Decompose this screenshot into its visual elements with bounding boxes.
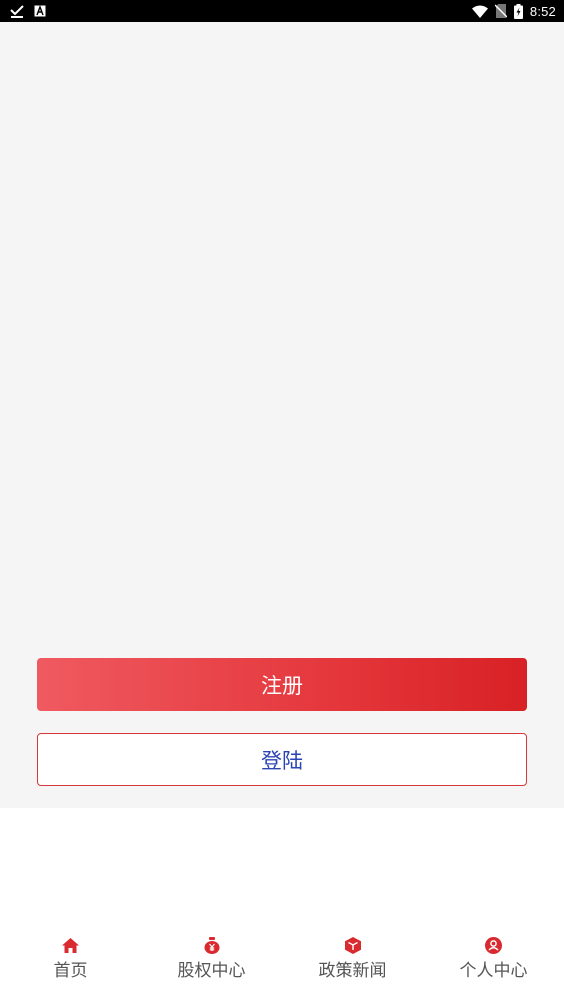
login-button[interactable]: 登陆: [37, 733, 527, 786]
tab-personal-center-label: 个人中心: [459, 961, 528, 981]
download-done-icon: [10, 4, 24, 18]
user-circle-icon: [485, 936, 503, 954]
status-time: 8:52: [529, 3, 556, 19]
bottom-tab-bar: 首页 股权中心 政策新闻 个人中心: [0, 930, 564, 1002]
home-icon: [62, 936, 80, 954]
tab-personal-center[interactable]: 个人中心: [423, 930, 564, 1002]
register-button[interactable]: 注册: [37, 658, 527, 711]
main-content: 注册 登陆: [0, 22, 564, 808]
status-bar: 8:52: [0, 0, 564, 22]
tab-equity-center[interactable]: 股权中心: [141, 930, 282, 1002]
tab-equity-center-label: 股权中心: [177, 961, 246, 981]
status-left-icons: [10, 4, 46, 18]
tab-home-label: 首页: [53, 961, 88, 981]
cube-icon: [344, 936, 362, 954]
tab-policy-news[interactable]: 政策新闻: [282, 930, 423, 1002]
money-bag-icon: [203, 936, 221, 954]
tab-policy-news-label: 政策新闻: [318, 961, 387, 981]
wifi-icon: [471, 5, 488, 18]
battery-charging-icon: [513, 3, 523, 19]
status-right-icons: 8:52: [471, 3, 556, 19]
keyboard-a-icon: [34, 5, 46, 17]
no-sim-icon: [494, 4, 507, 18]
tab-home[interactable]: 首页: [0, 930, 141, 1002]
